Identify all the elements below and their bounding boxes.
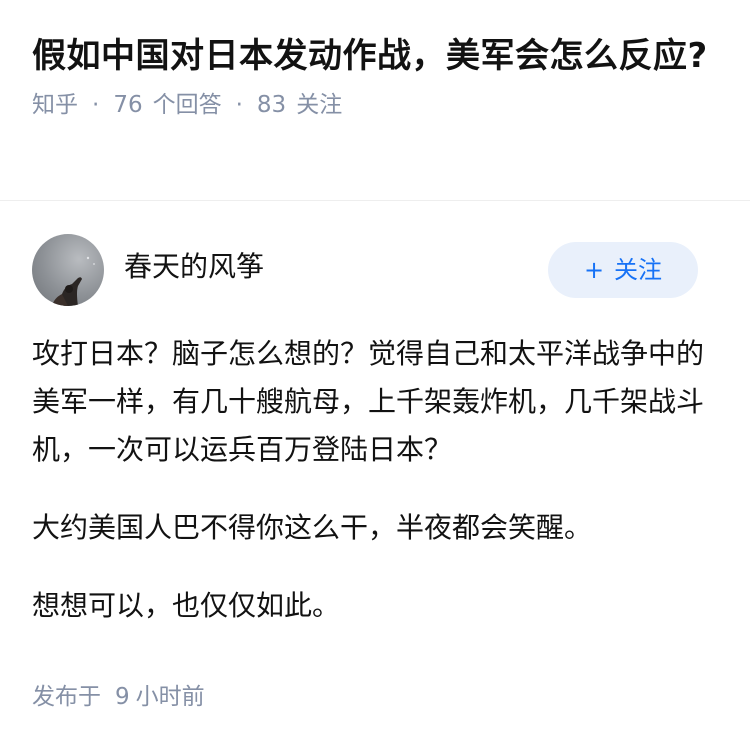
avatar-image [52,256,95,306]
question-title[interactable]: 假如中国对日本发动作战，美军会怎么反应? [32,30,722,82]
question-header: 假如中国对日本发动作战，美军会怎么反应? 知乎 · 76 个回答 · 83 关注 [32,30,722,122]
follow-button-label: 关注 [614,256,663,284]
section-divider [0,200,750,201]
answer-count: 76 [113,92,143,118]
post-time-unit: 小时前 [135,684,205,710]
follower-count: 83 [256,92,287,118]
answer-content: 攻打日本？脑子怎么想的？觉得自己和太平洋战争中的美军一样，有几十艘航母，上千架轰… [32,330,712,660]
post-time: 发布于 9 小时前 [32,680,205,714]
source-label: 知乎 [32,92,78,118]
answer-author: 春天的风筝 + 关注 [32,234,698,306]
meta-separator: · [235,92,243,118]
answer-paragraph: 攻打日本？脑子怎么想的？觉得自己和太平洋战争中的美军一样，有几十艘航母，上千架轰… [32,337,705,466]
follow-button[interactable]: + 关注 [548,242,698,298]
answer-paragraph: 想想可以，也仅仅如此。 [32,589,341,622]
question-meta: 知乎 · 76 个回答 · 83 关注 [32,88,722,122]
post-time-value: 9 [115,684,130,710]
author-name[interactable]: 春天的风筝 [124,248,264,286]
follower-count-label: 关注 [296,92,343,118]
answer-paragraph: 大约美国人巴不得你这么干，半夜都会笑醒。 [32,511,593,544]
avatar[interactable] [32,234,104,306]
meta-separator: · [92,92,100,118]
answer-count-label: 个回答 [152,92,222,118]
post-time-label: 发布于 [32,684,101,710]
plus-icon: + [583,256,605,284]
